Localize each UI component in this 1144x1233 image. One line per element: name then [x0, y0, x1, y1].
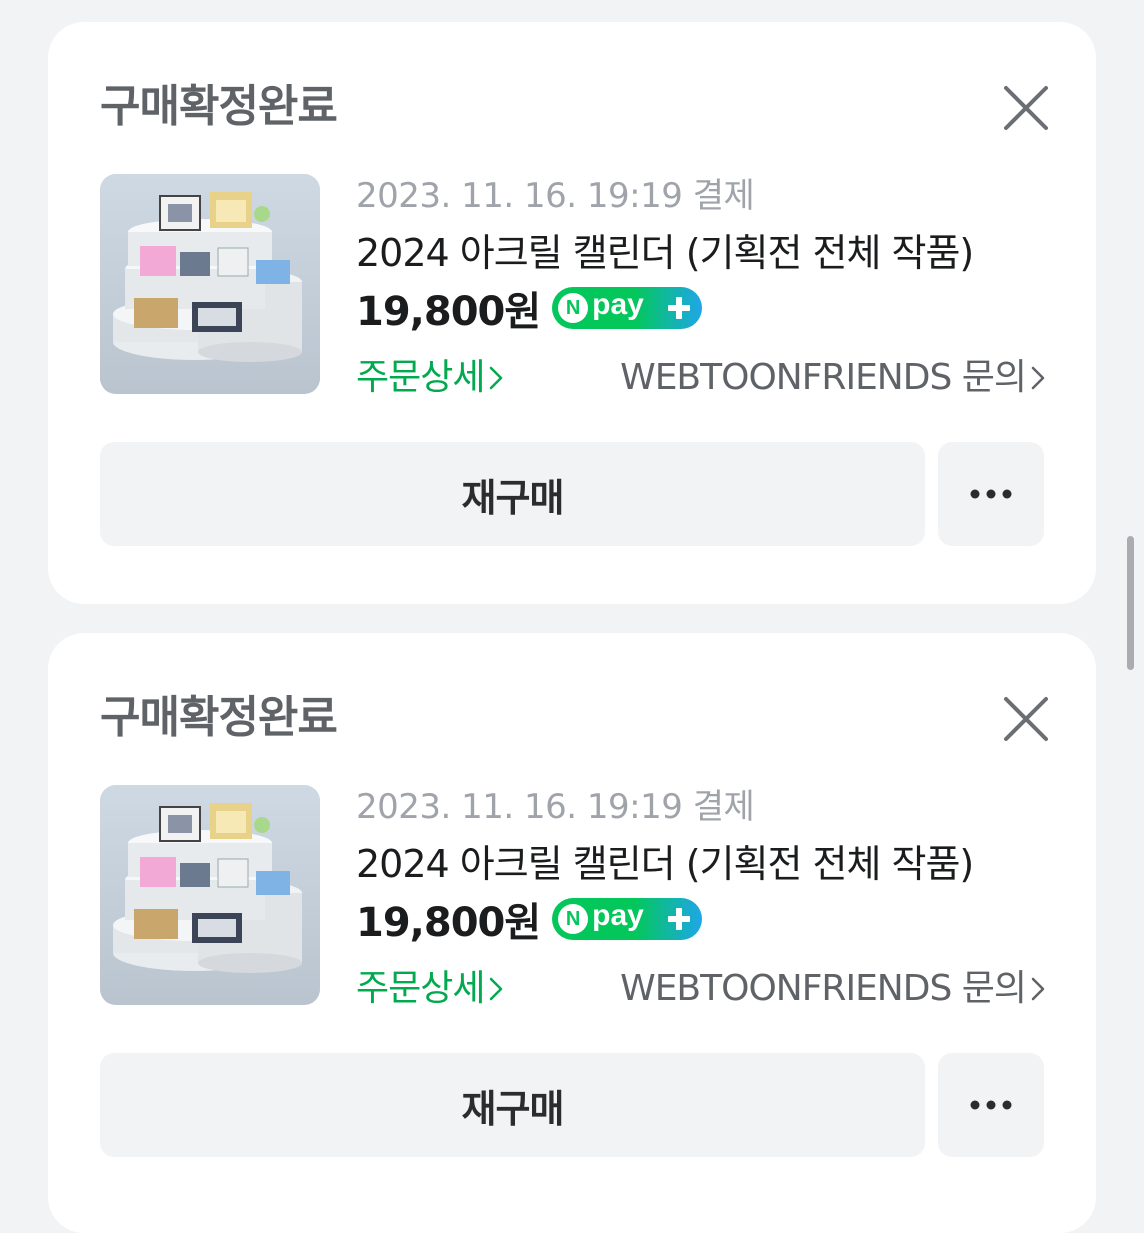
order-detail-link[interactable]: 주문상세 [356, 959, 504, 1011]
plus-icon [664, 904, 694, 934]
product-image [100, 785, 320, 1005]
chevron-right-icon [1030, 365, 1046, 391]
price-row: 19,800원 N pay [356, 891, 703, 947]
rebuy-button[interactable]: 재구매 [100, 1053, 925, 1157]
order-links: 주문상세 WEBTOONFRIENDS 문의 [356, 959, 1046, 1009]
npay-label: pay [592, 899, 644, 932]
chevron-right-icon [488, 365, 504, 391]
more-dots-icon [970, 489, 1012, 499]
price-row: 19,800원 N pay [356, 280, 703, 336]
chevron-right-icon [1030, 976, 1046, 1002]
payment-date: 2023. 11. 16. 19:19 결제 [356, 787, 755, 827]
seller-inquiry-link[interactable]: WEBTOONFRIENDS 문의 [620, 348, 1046, 400]
order-links: 주문상세 WEBTOONFRIENDS 문의 [356, 348, 1046, 398]
price: 19,800원 [356, 900, 541, 946]
rebuy-button[interactable]: 재구매 [100, 442, 925, 546]
payment-date: 2023. 11. 16. 19:19 결제 [356, 176, 755, 216]
order-status: 구매확정완료 [100, 81, 338, 132]
product-image [100, 174, 320, 394]
plus-icon [664, 293, 694, 323]
npay-n-logo: N [558, 904, 589, 934]
more-options-button[interactable] [938, 442, 1044, 546]
order-status: 구매확정완료 [100, 692, 338, 743]
product-title[interactable]: 2024 아크릴 캘린더 (기획전 전체 작품) [356, 833, 974, 888]
close-button[interactable] [1000, 82, 1052, 134]
chevron-right-icon [488, 976, 504, 1002]
price: 19,800원 [356, 289, 541, 335]
seller-inquiry-label: WEBTOONFRIENDS 문의 [620, 357, 1027, 398]
scrollbar-thumb[interactable] [1127, 536, 1134, 670]
order-card: 구매확정완료 2023. 11. 16. 19:19 결제 2024 아크릴 캘… [48, 633, 1096, 1233]
more-dots-icon [970, 1100, 1012, 1110]
more-options-button[interactable] [938, 1053, 1044, 1157]
npay-plus-badge: N pay [552, 287, 703, 329]
product-title[interactable]: 2024 아크릴 캘린더 (기획전 전체 작품) [356, 222, 974, 277]
order-detail-label: 주문상세 [356, 968, 485, 1009]
close-button[interactable] [1000, 693, 1052, 745]
npay-plus-badge: N pay [552, 898, 703, 940]
seller-inquiry-link[interactable]: WEBTOONFRIENDS 문의 [620, 959, 1046, 1011]
order-list: 구매확정완료 2023. 11. 16. 19:19 결제 2024 아크릴 캘… [0, 0, 1144, 1233]
order-card: 구매확정완료 2023. 11. 16. 19:19 결제 2024 아크릴 캘… [48, 22, 1096, 604]
npay-label: pay [592, 288, 644, 321]
order-detail-link[interactable]: 주문상세 [356, 348, 504, 400]
product-thumbnail[interactable] [100, 174, 320, 394]
seller-inquiry-label: WEBTOONFRIENDS 문의 [620, 968, 1027, 1009]
close-icon [1004, 697, 1048, 741]
close-icon [1004, 86, 1048, 130]
npay-n-logo: N [558, 293, 589, 323]
order-detail-label: 주문상세 [356, 357, 485, 398]
product-thumbnail[interactable] [100, 785, 320, 1005]
